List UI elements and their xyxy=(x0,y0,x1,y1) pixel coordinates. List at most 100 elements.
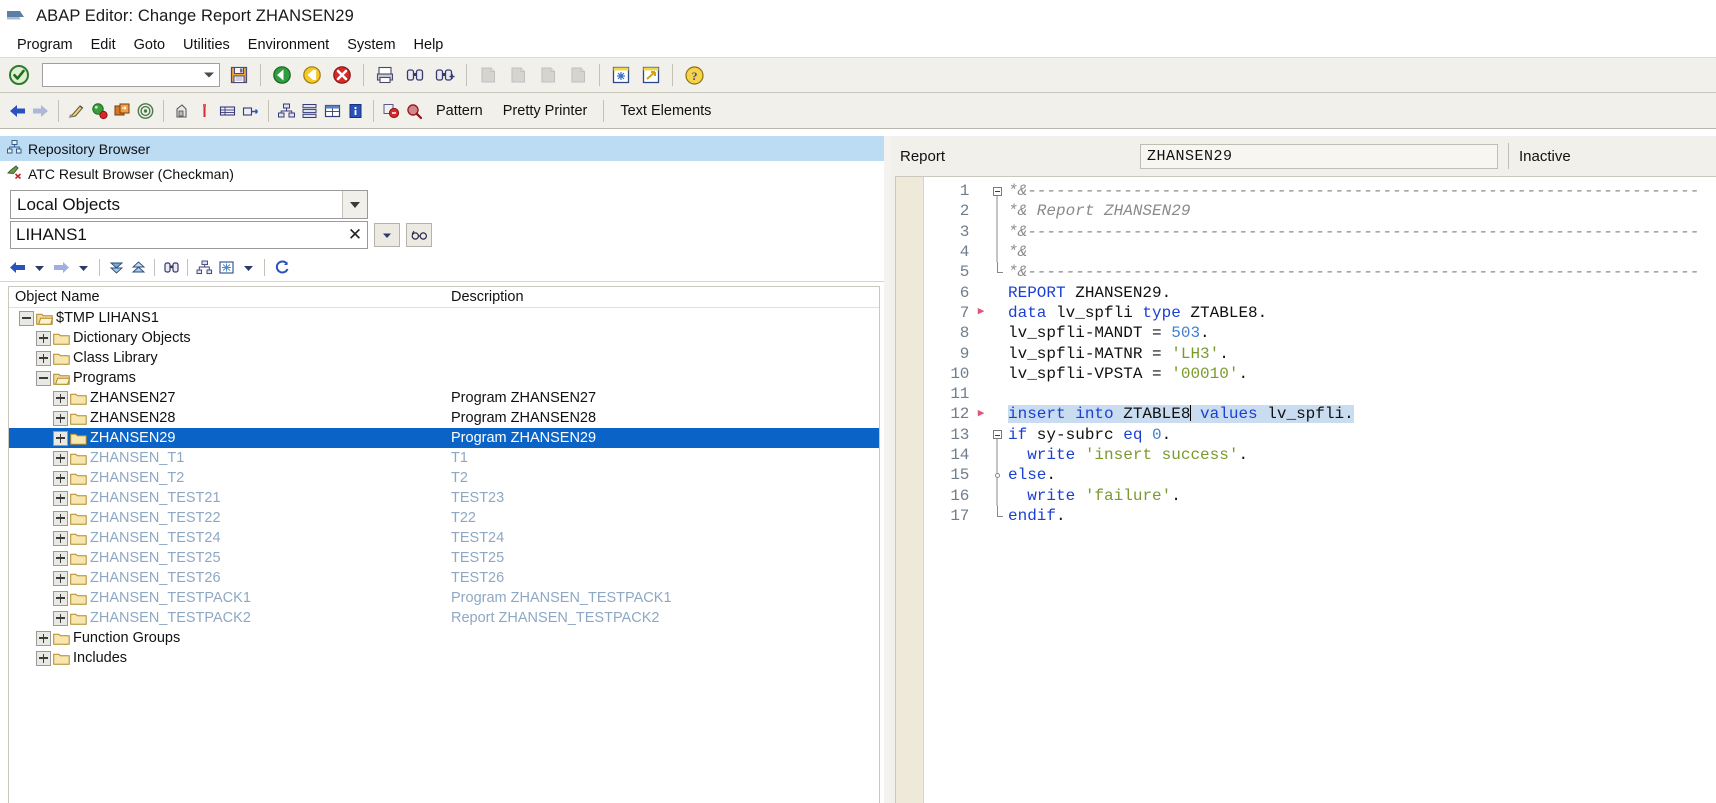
expand-node-icon[interactable] xyxy=(53,430,68,446)
chevron-down-icon[interactable] xyxy=(342,191,367,218)
debug-button[interactable] xyxy=(170,98,193,124)
tree-row-zhansen-test25[interactable]: ZHANSEN_TEST25 TEST25 xyxy=(9,548,879,568)
search-input[interactable] xyxy=(11,222,343,248)
chevron-down-icon[interactable] xyxy=(204,72,214,78)
find-button[interactable] xyxy=(400,61,430,89)
tree-row-zhansen-testpack1[interactable]: ZHANSEN_TESTPACK1 Program ZHANSEN_TESTPAC… xyxy=(9,588,879,608)
find-next-button[interactable] xyxy=(430,61,460,89)
expand-node-icon[interactable] xyxy=(53,590,68,606)
search-object-button[interactable] xyxy=(403,98,426,124)
tree-row-zhansen-test21[interactable]: ZHANSEN_TEST21 TEST23 xyxy=(9,488,879,508)
expand-node-icon[interactable] xyxy=(53,510,68,526)
search-history-button[interactable] xyxy=(374,223,400,247)
tree-row-class-library[interactable]: Class Library xyxy=(9,348,879,368)
code-line[interactable]: 14 write 'insert success'. xyxy=(924,444,1716,466)
editor-breakpoint-gutter[interactable] xyxy=(896,177,924,803)
object-type-select[interactable]: Local Objects xyxy=(10,190,368,219)
menu-item-edit[interactable]: Edit xyxy=(82,35,125,55)
menu-item-help[interactable]: Help xyxy=(405,35,453,55)
code-line[interactable]: 13 if sy-subrc eq 0. xyxy=(924,425,1716,445)
forward-nav-button[interactable] xyxy=(29,98,52,124)
breakpoint-marker-icon[interactable]: ▶ xyxy=(976,408,986,420)
tree-back-history-button[interactable] xyxy=(28,256,50,280)
code-line[interactable]: 2 *& Report ZHANSEN29 xyxy=(924,201,1716,222)
tree-row-zhansen-t2[interactable]: ZHANSEN_T2 T2 xyxy=(9,468,879,488)
next-page-button[interactable] xyxy=(533,61,563,89)
tree-row-tmp-lihans1[interactable]: $TMP LIHANS1 xyxy=(9,308,879,328)
report-name-field[interactable]: ZHANSEN29 xyxy=(1140,143,1498,169)
code-fold-start[interactable] xyxy=(986,425,1008,445)
code-line[interactable]: 4 *& xyxy=(924,241,1716,263)
other-object-button[interactable] xyxy=(239,98,262,124)
tree-row-zhansen27[interactable]: ZHANSEN27 Program ZHANSEN27 xyxy=(9,388,879,408)
expand-node-icon[interactable] xyxy=(53,550,68,566)
collapse-node-icon[interactable] xyxy=(19,310,34,326)
tree-row-includes[interactable]: Includes xyxy=(9,648,879,668)
object-navigator-button[interactable] xyxy=(275,98,298,124)
save-button[interactable] xyxy=(224,61,254,89)
expand-node-icon[interactable] xyxy=(53,390,68,406)
tree-row-zhansen-test24[interactable]: ZHANSEN_TEST24 TEST24 xyxy=(9,528,879,548)
code-line[interactable]: 5 *&-------------------------------------… xyxy=(924,262,1716,282)
expand-node-icon[interactable] xyxy=(36,630,51,646)
tree-row-zhansen-test26[interactable]: ZHANSEN_TEST26 TEST26 xyxy=(9,568,879,588)
tree-row-function-groups[interactable]: Function Groups xyxy=(9,628,879,648)
code-line[interactable]: 1 *&-------------------------------------… xyxy=(924,181,1716,202)
tree-row-zhansen28[interactable]: ZHANSEN28 Program ZHANSEN28 xyxy=(9,408,879,428)
breakpoint-button[interactable] xyxy=(193,98,216,124)
collapse-node-icon[interactable] xyxy=(36,370,51,386)
tree-row-zhansen-testpack2[interactable]: ZHANSEN_TESTPACK2 Report ZHANSEN_TESTPACK… xyxy=(9,608,879,628)
menu-item-utilities[interactable]: Utilities xyxy=(174,35,239,55)
close-x-icon[interactable]: ✕ xyxy=(343,222,367,248)
first-page-button[interactable] xyxy=(473,61,503,89)
collapse-all-button[interactable] xyxy=(127,256,149,280)
expand-node-icon[interactable] xyxy=(36,350,51,366)
tree-row-programs[interactable]: Programs xyxy=(9,368,879,388)
code-line[interactable]: 7 ▶ data lv_spfli type ZTABLE8. xyxy=(924,303,1716,323)
print-button[interactable] xyxy=(370,61,400,89)
code-line[interactable]: 16 write 'failure'. xyxy=(924,485,1716,506)
expand-node-icon[interactable] xyxy=(36,330,51,346)
replace-button[interactable] xyxy=(380,98,403,124)
stacked-list-button[interactable] xyxy=(298,98,321,124)
tree-forward-button[interactable] xyxy=(50,256,72,280)
text-elements-button[interactable]: Text Elements xyxy=(610,100,721,122)
expand-node-icon[interactable] xyxy=(53,410,68,426)
menu-item-environment[interactable]: Environment xyxy=(239,35,338,55)
back-button[interactable] xyxy=(267,61,297,89)
code-line[interactable]: 12 ▶ insert into ZTABLE8 values lv_spfli. xyxy=(924,404,1716,424)
code-line[interactable]: 8 lv_spfli-MANDT = 503. xyxy=(924,323,1716,343)
fold-collapse-icon[interactable] xyxy=(992,186,1002,196)
cancel-button[interactable] xyxy=(327,61,357,89)
previous-page-button[interactable] xyxy=(503,61,533,89)
tab-atc-result-browser[interactable]: ATC Result Browser (Checkman) xyxy=(0,161,887,186)
last-page-button[interactable] xyxy=(563,61,593,89)
menu-item-system[interactable]: System xyxy=(338,35,404,55)
find-in-tree-button[interactable] xyxy=(160,256,182,280)
tree-layout-menu-button[interactable] xyxy=(237,256,259,280)
expand-node-icon[interactable] xyxy=(53,530,68,546)
help-button[interactable]: ? xyxy=(679,61,709,89)
code-lines[interactable]: 1 *&-------------------------------------… xyxy=(924,177,1716,803)
code-fold-start[interactable] xyxy=(986,181,1008,202)
tree-hierarchy-button[interactable] xyxy=(193,256,215,280)
expand-node-icon[interactable] xyxy=(53,470,68,486)
code-editor[interactable]: 1 *&-------------------------------------… xyxy=(895,176,1716,803)
where-used-button[interactable] xyxy=(134,98,157,124)
tree-row-zhansen29[interactable]: ZHANSEN29 Program ZHANSEN29 xyxy=(9,428,879,448)
tree-forward-history-button[interactable] xyxy=(72,256,94,280)
code-line[interactable]: 10 lv_spfli-VPSTA = '00010'. xyxy=(924,364,1716,384)
tree-back-button[interactable] xyxy=(6,256,28,280)
table-display-button[interactable] xyxy=(321,98,344,124)
refresh-tree-button[interactable] xyxy=(270,256,292,280)
code-line[interactable]: 15 else. xyxy=(924,465,1716,486)
code-line[interactable]: 6 REPORT ZHANSEN29. xyxy=(924,282,1716,302)
object-search-field[interactable]: ✕ xyxy=(10,221,368,249)
panel-splitter[interactable] xyxy=(884,136,891,803)
expand-node-icon[interactable] xyxy=(53,570,68,586)
display-object-list-button[interactable] xyxy=(216,98,239,124)
tree-row-dictionary-objects[interactable]: Dictionary Objects xyxy=(9,328,879,348)
expand-node-icon[interactable] xyxy=(36,650,51,666)
expand-node-icon[interactable] xyxy=(53,610,68,626)
check-syntax-button[interactable] xyxy=(65,98,88,124)
